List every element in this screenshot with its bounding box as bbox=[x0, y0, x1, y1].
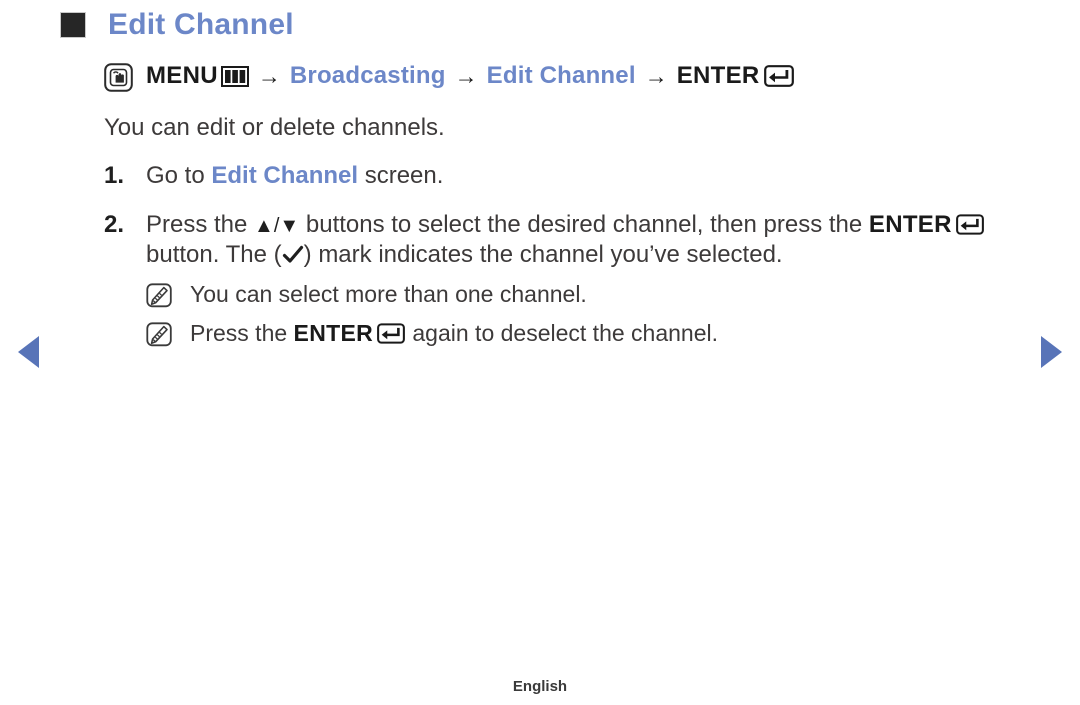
step-item-2: 2. Press the ▲/▼ buttons to select the d… bbox=[104, 210, 1004, 271]
note-item-2: Press the ENTER again to deselect the ch… bbox=[146, 319, 1004, 349]
note-pencil-icon bbox=[146, 322, 174, 348]
intro-paragraph: You can edit or delete channels. bbox=[104, 114, 445, 141]
enter-key-icon bbox=[763, 65, 794, 87]
note-item-1: You can select more than one channel. bbox=[146, 280, 1004, 310]
step2-text-b: buttons to select the desired channel, t… bbox=[299, 210, 863, 238]
note2-enter-label: ENTER bbox=[293, 320, 373, 347]
page-title-row: Edit Channel bbox=[60, 10, 294, 40]
step2-text-c: button. The ( bbox=[146, 241, 282, 269]
note-pencil-icon bbox=[146, 283, 174, 309]
step1-text-post: screen. bbox=[358, 162, 444, 189]
menu-bars-icon bbox=[220, 65, 249, 87]
note-text-1: You can select more than one channel. bbox=[190, 281, 587, 308]
step2-text-a: Press the bbox=[146, 210, 255, 238]
title-bullet-icon bbox=[60, 12, 86, 38]
step-text-2: Press the ▲/▼ buttons to select the desi… bbox=[146, 210, 1004, 271]
enter-key-icon bbox=[377, 322, 405, 344]
menu-path-breadcrumb: MENU → Broadcasting → Edit Channel → ENT… bbox=[104, 56, 1004, 96]
step-text-1: Go to Edit Channel screen. bbox=[146, 161, 1004, 192]
path-arrow-3: → bbox=[644, 62, 668, 89]
check-mark-icon bbox=[282, 243, 304, 264]
step2-text-d: ) mark indicates the channel you’ve sele… bbox=[303, 241, 783, 269]
path-item-broadcasting[interactable]: Broadcasting bbox=[290, 62, 446, 90]
path-item-edit-channel[interactable]: Edit Channel bbox=[487, 62, 636, 90]
note2-text-pre: Press the bbox=[190, 320, 294, 347]
content-area: MENU → Broadcasting → Edit Channel → ENT… bbox=[104, 56, 1004, 349]
enter-button-label: ENTER bbox=[676, 62, 760, 89]
next-page-arrow[interactable] bbox=[1041, 336, 1062, 368]
page-title: Edit Channel bbox=[108, 8, 294, 41]
step-item-1: 1. Go to Edit Channel screen. bbox=[104, 161, 1004, 192]
path-arrow-1: → bbox=[257, 62, 281, 89]
step2-enter-label: ENTER bbox=[868, 210, 952, 238]
previous-page-arrow[interactable] bbox=[18, 336, 39, 368]
footer-language-label: English bbox=[512, 678, 568, 695]
path-arrow-2: → bbox=[454, 62, 478, 89]
enter-key-icon bbox=[955, 213, 984, 235]
down-triangle-icon: ▼ bbox=[279, 214, 300, 237]
remote-press-icon bbox=[104, 62, 133, 92]
note-text-2: Press the ENTER again to deselect the ch… bbox=[190, 319, 718, 349]
up-triangle-icon: ▲ bbox=[254, 214, 274, 237]
step1-link-edit-channel[interactable]: Edit Channel bbox=[211, 162, 358, 189]
step1-text-pre: Go to bbox=[146, 162, 212, 189]
note2-text-post: again to deselect the channel. bbox=[406, 320, 719, 347]
step-number-2: 2. bbox=[104, 210, 125, 238]
step-number-1: 1. bbox=[104, 162, 125, 189]
menu-button-label: MENU bbox=[146, 62, 218, 89]
